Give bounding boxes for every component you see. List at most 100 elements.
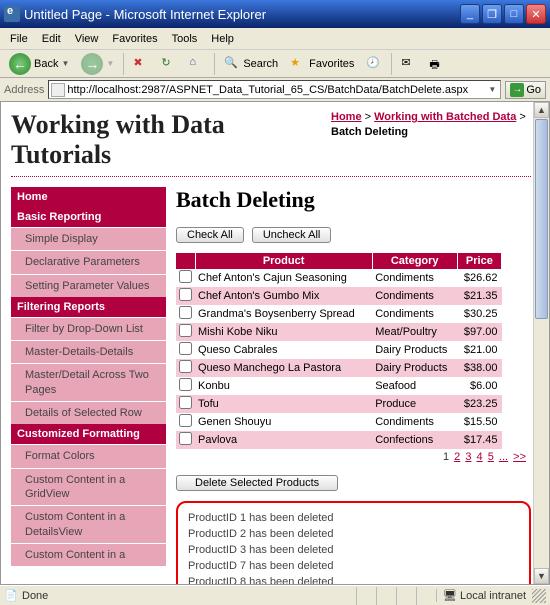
cell-price: $21.00 (457, 341, 501, 359)
table-row: Queso CabralesDairy Products$21.00 (176, 341, 502, 359)
main-content: Batch Deleting Check All Uncheck All Pro… (176, 187, 531, 585)
cell-price: $26.62 (457, 269, 501, 287)
nav-item[interactable]: Format Colors (11, 444, 166, 467)
cell-price: $15.50 (457, 413, 501, 431)
row-checkbox[interactable] (179, 324, 192, 337)
favorites-button[interactable]: ★Favorites (285, 53, 359, 75)
pager-next[interactable]: >> (513, 451, 526, 463)
history-button[interactable]: 🕗 (361, 53, 387, 75)
close-button[interactable]: ✕ (526, 4, 546, 24)
vertical-scrollbar[interactable]: ▲ ▼ (533, 102, 549, 584)
search-button[interactable]: 🔍Search (219, 53, 283, 75)
status-bar: 📄 Done 🖥 Local intranet (0, 585, 550, 605)
chevron-down-icon: ▼ (61, 59, 69, 68)
uncheck-all-button[interactable]: Uncheck All (252, 227, 331, 243)
nav-item[interactable]: Custom Content in a DetailsView (11, 505, 166, 543)
row-checkbox[interactable] (179, 288, 192, 301)
result-line: ProductID 3 has been deleted (188, 543, 519, 559)
crumb-home[interactable]: Home (331, 111, 362, 123)
table-row: KonbuSeafood$6.00 (176, 377, 502, 395)
row-checkbox[interactable] (179, 342, 192, 355)
maximize-button[interactable]: □ (504, 4, 524, 24)
cell-product: Queso Manchego La Pastora (195, 359, 372, 377)
mail-button[interactable]: ✉ (396, 53, 422, 75)
cell-category: Dairy Products (372, 341, 457, 359)
pager: 1 2 3 4 5 ... >> (176, 449, 531, 465)
resize-grip[interactable] (532, 589, 546, 603)
star-icon: ★ (290, 56, 306, 72)
page-viewport: Working with Data Tutorials Home > Worki… (0, 102, 550, 585)
row-checkbox[interactable] (179, 360, 192, 373)
address-bar: Address ▼ → Go (0, 78, 550, 102)
row-checkbox[interactable] (179, 414, 192, 427)
row-checkbox[interactable] (179, 306, 192, 319)
print-icon: 🖶 (429, 56, 445, 72)
delete-selected-button[interactable]: Delete Selected Products (176, 475, 338, 491)
pager-link[interactable]: 2 (454, 451, 460, 463)
address-input-wrap[interactable]: ▼ (48, 80, 501, 99)
pager-link[interactable]: 5 (488, 451, 494, 463)
nav-section-head[interactable]: Basic Reporting (11, 207, 166, 227)
nav-item[interactable]: Custom Content in a (11, 543, 166, 566)
row-checkbox[interactable] (179, 378, 192, 391)
home-icon: ⌂ (189, 56, 205, 72)
scroll-thumb[interactable] (535, 119, 548, 319)
forward-button[interactable]: → ▼ (76, 50, 119, 78)
cell-product: Pavlova (195, 431, 372, 449)
menu-favorites[interactable]: Favorites (106, 31, 163, 47)
result-line: ProductID 1 has been deleted (188, 511, 519, 527)
separator (391, 53, 392, 75)
pager-ellipsis[interactable]: ... (499, 451, 508, 463)
menu-file[interactable]: File (4, 31, 34, 47)
cell-price: $30.25 (457, 305, 501, 323)
nav-item[interactable]: Details of Selected Row (11, 401, 166, 424)
pager-link[interactable]: 4 (477, 451, 483, 463)
check-all-button[interactable]: Check All (176, 227, 244, 243)
menu-view[interactable]: View (69, 31, 105, 47)
nav-item[interactable]: Setting Parameter Values (11, 274, 166, 297)
cell-product: Queso Cabrales (195, 341, 372, 359)
window-title: Untitled Page - Microsoft Internet Explo… (24, 7, 460, 22)
cell-category: Confections (372, 431, 457, 449)
nav-item[interactable]: Simple Display (11, 227, 166, 250)
refresh-button[interactable]: ↻ (156, 53, 182, 75)
products-grid: Product Category Price Chef Anton's Caju… (176, 253, 502, 449)
nav-item[interactable]: Filter by Drop-Down List (11, 317, 166, 340)
print-button[interactable]: 🖶 (424, 53, 450, 75)
back-button[interactable]: ← Back ▼ (4, 50, 74, 78)
cell-category: Produce (372, 395, 457, 413)
chevron-down-icon[interactable]: ▼ (486, 85, 498, 94)
address-input[interactable] (67, 82, 486, 97)
nav-item[interactable]: Master-Details-Details (11, 340, 166, 363)
minimize-button[interactable]: _ (460, 4, 480, 24)
nav-item[interactable]: Master/Detail Across Two Pages (11, 363, 166, 401)
menu-tools[interactable]: Tools (166, 31, 204, 47)
page-icon (51, 83, 65, 97)
nav-section-head[interactable]: Filtering Reports (11, 297, 166, 317)
row-checkbox[interactable] (179, 270, 192, 283)
restore-button[interactable]: ❐ (482, 4, 502, 24)
table-row: Genen ShouyuCondiments$15.50 (176, 413, 502, 431)
row-checkbox[interactable] (179, 432, 192, 445)
menu-edit[interactable]: Edit (36, 31, 67, 47)
go-button[interactable]: → Go (505, 81, 546, 99)
cell-product: Konbu (195, 377, 372, 395)
cell-product: Genen Shouyu (195, 413, 372, 431)
nav-section-head[interactable]: Customized Formatting (11, 424, 166, 444)
home-button[interactable]: ⌂ (184, 53, 210, 75)
col-checkbox (176, 253, 195, 269)
nav-item[interactable]: Custom Content in a GridView (11, 468, 166, 506)
nav-section-head[interactable]: Home (11, 187, 166, 207)
stop-button[interactable]: ✖ (128, 53, 154, 75)
cell-category: Condiments (372, 269, 457, 287)
scroll-down-button[interactable]: ▼ (534, 568, 549, 584)
pager-link[interactable]: 3 (465, 451, 471, 463)
cell-product: Mishi Kobe Niku (195, 323, 372, 341)
scroll-up-button[interactable]: ▲ (534, 102, 549, 118)
refresh-icon: ↻ (161, 56, 177, 72)
nav-item[interactable]: Declarative Parameters (11, 250, 166, 273)
row-checkbox[interactable] (179, 396, 192, 409)
back-icon: ← (9, 53, 31, 75)
crumb-section[interactable]: Working with Batched Data (374, 111, 516, 123)
menu-help[interactable]: Help (205, 31, 240, 47)
